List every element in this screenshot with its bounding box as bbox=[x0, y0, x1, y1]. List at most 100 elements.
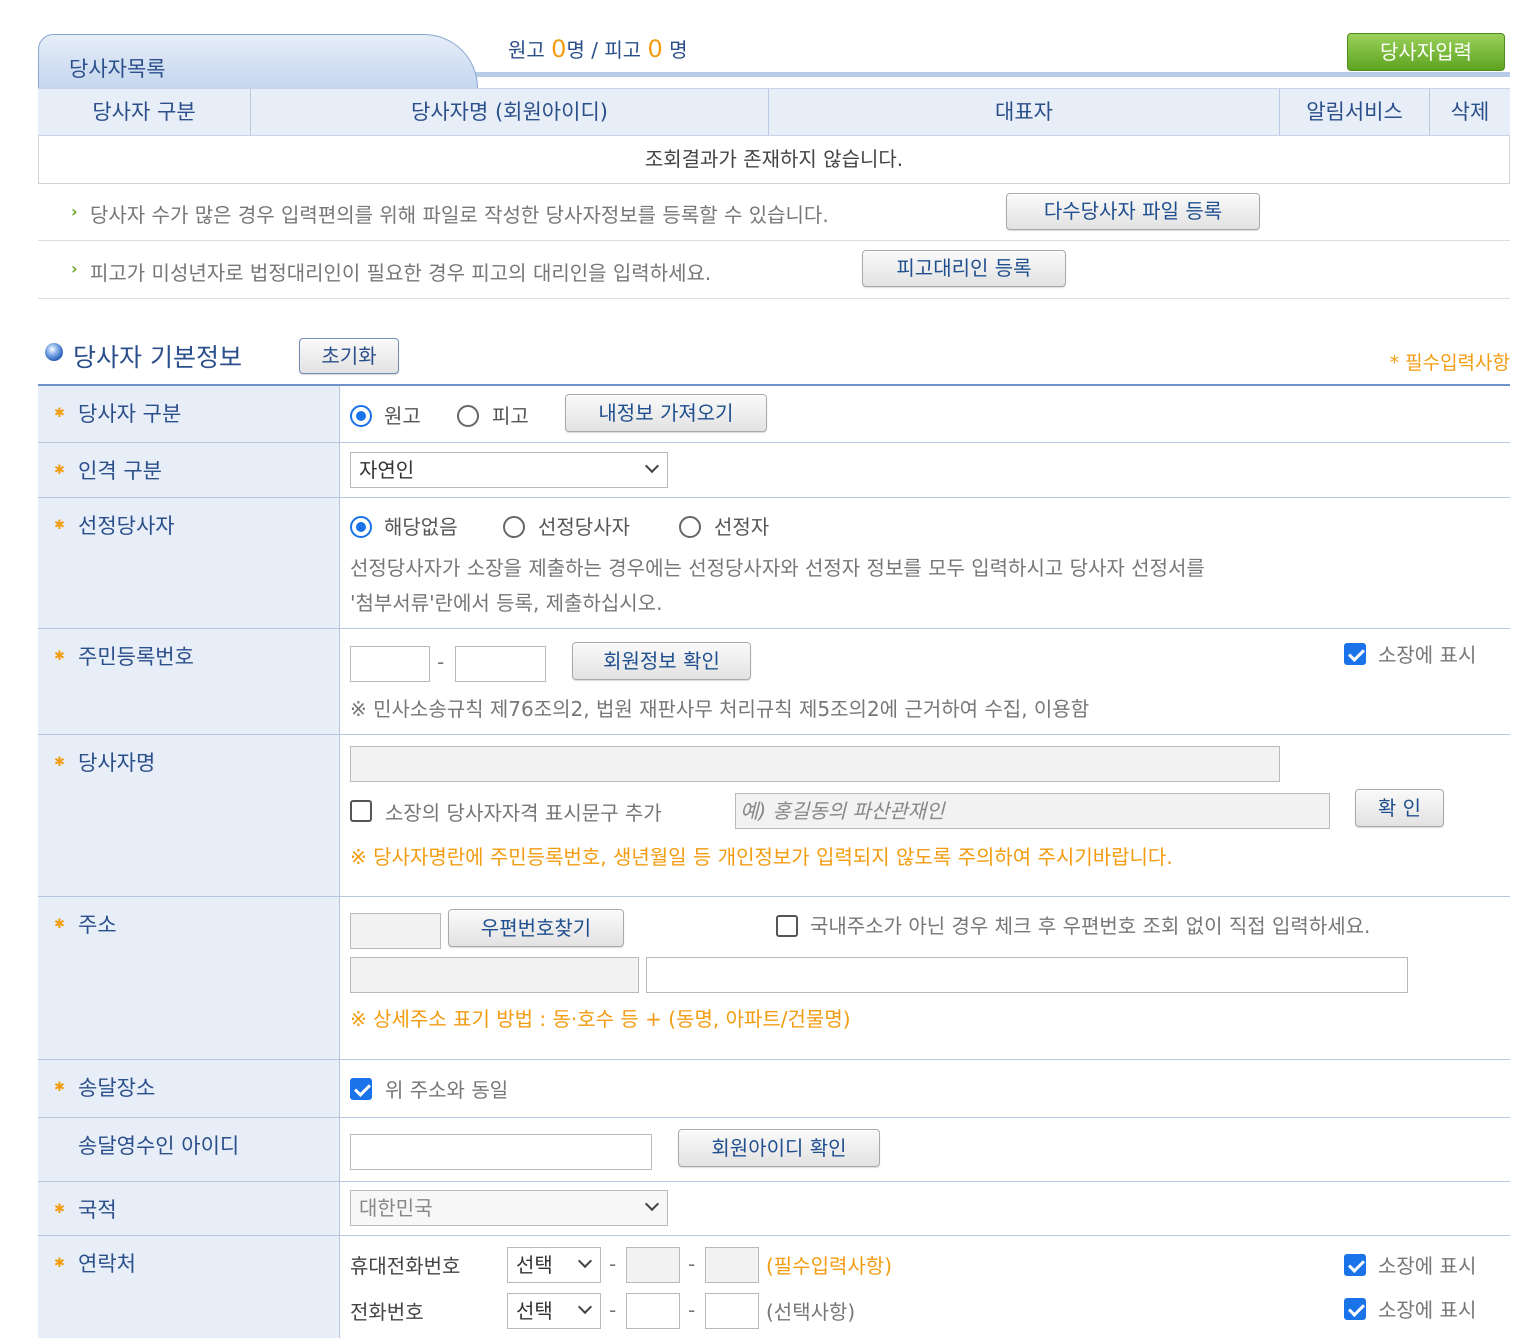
receiver-id-input[interactable] bbox=[350, 1134, 652, 1170]
mobile-required-note: (필수입력사항) bbox=[766, 1254, 893, 1278]
required-star-icon: ✱ bbox=[54, 518, 65, 533]
label-cell: 송달영수인 아이디 bbox=[38, 1118, 340, 1181]
row-party-type: ✱ 당사자 구분 원고 피고 내정보 가져오기 bbox=[38, 386, 1510, 443]
arrow-icon: › bbox=[71, 259, 78, 278]
row-delivery: ✱ 송달장소 위 주소와 동일 bbox=[38, 1060, 1510, 1118]
row-party-name: ✱ 당사자명 소장의 당사자자격 표시문구 추가 예) 홍길동의 파산관재인 확 … bbox=[38, 735, 1510, 897]
tab-party-list[interactable]: 당사자목록 bbox=[38, 34, 478, 88]
required-star-icon: ✱ bbox=[54, 1256, 65, 1271]
phone-last-input[interactable] bbox=[705, 1293, 759, 1329]
party-name-input[interactable] bbox=[350, 746, 1280, 782]
col-delete: 삭제 bbox=[1450, 100, 1490, 124]
phone-dash-1: - bbox=[609, 1298, 617, 1322]
mobile-prefix-value: 선택 bbox=[516, 1253, 553, 1277]
nationality-value: 대한민국 bbox=[359, 1196, 433, 1220]
rrn-show-label: 소장에 표시 bbox=[1378, 643, 1477, 667]
person-type-value: 자연인 bbox=[359, 458, 415, 482]
zipcode-search-button[interactable]: 우편번호찾기 bbox=[448, 909, 624, 947]
section-title: 당사자 기본정보 bbox=[73, 343, 242, 372]
phone-prefix-select[interactable]: 선택 bbox=[507, 1293, 601, 1329]
phone-middle-input[interactable] bbox=[626, 1293, 680, 1329]
load-my-info-button[interactable]: 내정보 가져오기 bbox=[565, 394, 767, 432]
nationality-select[interactable]: 대한민국 bbox=[350, 1190, 668, 1226]
mobile-middle-input[interactable] bbox=[626, 1247, 680, 1283]
radio-plaintiff[interactable] bbox=[350, 405, 372, 427]
reset-button[interactable]: 초기화 bbox=[299, 338, 399, 374]
mobile-show-checkbox[interactable] bbox=[1344, 1254, 1366, 1276]
party-type-label: 당사자 구분 bbox=[78, 402, 182, 426]
foreign-address-checkbox[interactable] bbox=[776, 915, 798, 937]
info-agent-text: 피고가 미성년자로 법정대리인이 필요한 경우 피고의 대리인을 입력하세요. bbox=[90, 261, 712, 285]
qualification-checkbox[interactable] bbox=[350, 800, 372, 822]
mobile-label: 휴대전화번호 bbox=[350, 1254, 461, 1278]
qualification-input[interactable]: 예) 홍길동의 파산관재인 bbox=[735, 793, 1330, 829]
info-row-agent: › 피고가 미성년자로 법정대리인이 필요한 경우 피고의 대리인을 입력하세요… bbox=[38, 241, 1510, 299]
section-bullet-icon bbox=[45, 343, 63, 361]
radio-none-label: 해당없음 bbox=[384, 515, 458, 539]
radio-defendant-label: 피고 bbox=[492, 404, 529, 428]
col-party-name: 당사자명 (회원아이디) bbox=[251, 89, 769, 135]
row-receiver: 송달영수인 아이디 회원아이디 확인 bbox=[38, 1118, 1510, 1182]
empty-result-message: 조회결과가 존재하지 않습니다. bbox=[38, 136, 1510, 184]
party-basic-form: ✱ 당사자 구분 원고 피고 내정보 가져오기 ✱ 인격 구분 자연인 ✱ 선정당사자… bbox=[38, 384, 1510, 1338]
address-main-input[interactable] bbox=[350, 957, 639, 993]
member-info-check-button[interactable]: 회원정보 확인 bbox=[572, 642, 751, 680]
required-star-icon: ✱ bbox=[54, 917, 65, 932]
row-nationality: ✱ 국적 대한민국 bbox=[38, 1182, 1510, 1236]
radio-defendant[interactable] bbox=[457, 405, 479, 427]
arrow-icon: › bbox=[71, 202, 78, 221]
plaintiff-count: 0 bbox=[551, 35, 567, 63]
party-name-label: 당사자명 bbox=[78, 751, 156, 775]
rrn-front-input[interactable] bbox=[350, 646, 430, 682]
mobile-dash-1: - bbox=[609, 1252, 617, 1276]
rrn-label: 주민등록번호 bbox=[78, 645, 194, 669]
info-bulk-text: 당사자 수가 많은 경우 입력편의를 위해 파일로 작성한 당사자정보를 등록할… bbox=[90, 203, 829, 227]
radio-selector[interactable] bbox=[679, 516, 701, 538]
radio-selected-party[interactable] bbox=[503, 516, 525, 538]
address-detail-input[interactable] bbox=[646, 957, 1408, 993]
foreign-address-label: 국내주소가 아닌 경우 체크 후 우편번호 조회 없이 직접 입력하세요. bbox=[810, 914, 1371, 938]
nationality-label: 국적 bbox=[78, 1198, 117, 1222]
member-id-check-button[interactable]: 회원아이디 확인 bbox=[678, 1129, 880, 1167]
radio-selector-label: 선정자 bbox=[714, 515, 770, 539]
rrn-dash: - bbox=[437, 650, 445, 674]
label-cell: ✱ 국적 bbox=[38, 1182, 340, 1235]
same-address-checkbox[interactable] bbox=[350, 1078, 372, 1100]
label-cell: ✱ 선정당사자 bbox=[38, 498, 340, 628]
row-person-type: ✱ 인격 구분 자연인 bbox=[38, 443, 1510, 498]
chevron-down-icon bbox=[577, 1299, 593, 1315]
required-star-icon: ✱ bbox=[54, 649, 65, 664]
receiver-label: 송달영수인 아이디 bbox=[78, 1134, 240, 1158]
defendant-agent-register-button[interactable]: 피고대리인 등록 bbox=[862, 250, 1066, 287]
plaintiff-label: 원고 bbox=[508, 38, 545, 62]
privacy-warning: ※ 당사자명란에 주민등록번호, 생년월일 등 개인정보가 입력되지 않도록 주… bbox=[350, 845, 1173, 869]
address-note: ※ 상세주소 표기 방법 : 동·호수 등 + (동명, 아파트/건물명) bbox=[350, 1007, 851, 1031]
defendant-count: 0 bbox=[647, 35, 663, 63]
row-rrn: ✱ 주민등록번호 - 회원정보 확인 소장에 표시 ※ 민사소송규칙 제76조의2… bbox=[38, 629, 1510, 735]
zipcode-input[interactable] bbox=[350, 913, 441, 949]
radio-selected-party-label: 선정당사자 bbox=[538, 515, 630, 539]
row-contact: ✱ 연락처 휴대전화번호 선택 - - (필수입력사항) 소장에 표시 전화번호 … bbox=[38, 1236, 1510, 1338]
phone-show-checkbox[interactable] bbox=[1344, 1298, 1366, 1320]
mobile-last-input[interactable] bbox=[705, 1247, 759, 1283]
radio-none[interactable] bbox=[350, 516, 372, 538]
label-cell: ✱ 송달장소 bbox=[38, 1060, 340, 1117]
confirm-button[interactable]: 확 인 bbox=[1355, 789, 1444, 827]
required-star-icon: ✱ bbox=[54, 1080, 65, 1095]
rrn-show-checkbox[interactable] bbox=[1344, 643, 1366, 665]
col-representative: 대표자 bbox=[769, 89, 1280, 135]
rrn-back-input[interactable] bbox=[455, 646, 546, 682]
party-table-header: 당사자 구분 당사자명 (회원아이디) 대표자 알림서비스 삭제 bbox=[38, 88, 1510, 136]
mobile-prefix-select[interactable]: 선택 bbox=[507, 1247, 601, 1283]
chevron-down-icon bbox=[577, 1253, 593, 1269]
chevron-down-icon bbox=[644, 458, 660, 474]
address-label: 주소 bbox=[78, 913, 117, 937]
bulk-file-register-button[interactable]: 다수당사자 파일 등록 bbox=[1006, 193, 1260, 230]
phone-prefix-value: 선택 bbox=[516, 1299, 553, 1323]
chevron-down-icon bbox=[644, 1196, 660, 1212]
row-selected-party: ✱ 선정당사자 해당없음 선정당사자 선정자 선정당사자가 소장을 제출하는 경우… bbox=[38, 498, 1510, 629]
add-party-button[interactable]: 당사자입력 bbox=[1347, 33, 1505, 71]
col-party-type: 당사자 구분 bbox=[38, 89, 251, 135]
person-type-select[interactable]: 자연인 bbox=[350, 452, 668, 488]
mobile-show-label: 소장에 표시 bbox=[1378, 1254, 1477, 1278]
